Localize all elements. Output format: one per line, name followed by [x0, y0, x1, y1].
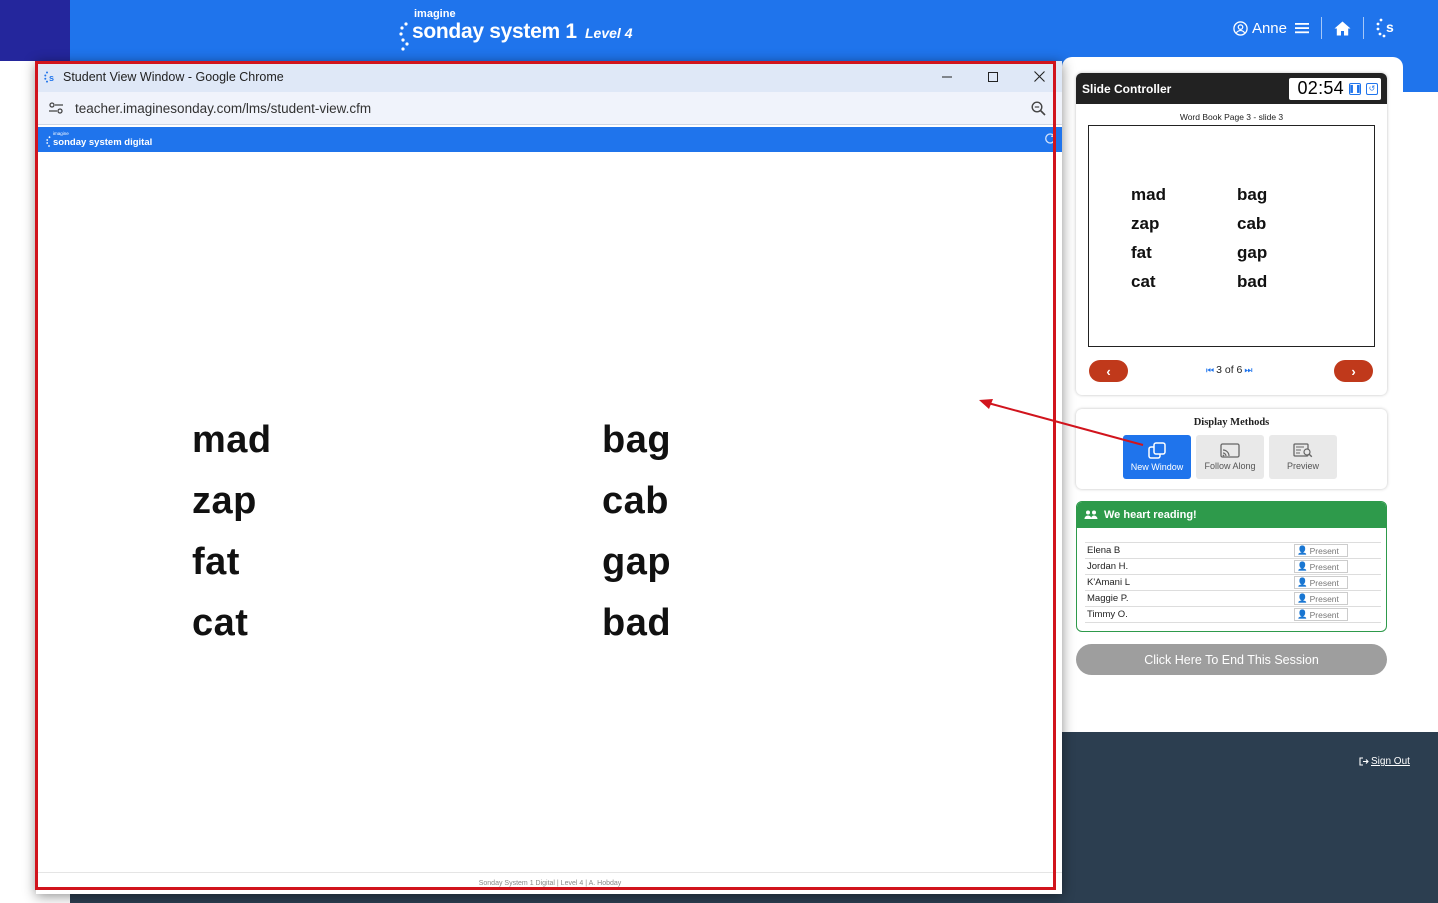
pause-icon[interactable]: ❚❚: [1348, 82, 1362, 95]
status-label: Present: [1309, 577, 1339, 588]
preview-label: Preview: [1286, 461, 1319, 471]
chevron-left-icon: ‹: [1106, 363, 1111, 379]
attendance-toggle[interactable]: 👤 Present: [1294, 592, 1348, 605]
sonday-s-icon[interactable]: s: [1376, 18, 1398, 38]
class-attendance-card: We heart reading! Elena B 👤 Present Jorda…: [1076, 501, 1387, 632]
table-row: Timmy O. 👤 Present: [1085, 607, 1381, 623]
slide-subtitle: Word Book Page 3 - slide 3: [1179, 112, 1284, 122]
logo-main-text: sonday system 1: [412, 20, 577, 43]
class-title: We heart reading!: [1104, 509, 1197, 521]
preview-word: fat: [1131, 243, 1152, 262]
previous-slide-button[interactable]: ‹: [1089, 360, 1128, 382]
level-label: Level 4: [585, 25, 633, 41]
new-window-icon: [1148, 442, 1166, 459]
preview-word: cab: [1237, 214, 1267, 233]
preview-word: gap: [1237, 243, 1268, 262]
follow-along-label: Follow Along: [1204, 461, 1256, 471]
slide-controller-title: Slide Controller: [1082, 81, 1172, 96]
preview-button[interactable]: Preview: [1269, 435, 1337, 479]
header-divider: [1363, 17, 1364, 39]
user-menu[interactable]: Anne: [1233, 20, 1309, 37]
svg-text:s: s: [1386, 19, 1394, 35]
user-check-icon: 👤: [1297, 609, 1308, 619]
logo-dots-icon: [399, 22, 409, 51]
app-header: imagine sonday system 1 Level 4 Anne s: [70, 0, 1438, 61]
users-icon: [1084, 510, 1098, 519]
slide-count: 3 of 6: [1216, 364, 1243, 376]
attendance-toggle[interactable]: 👤 Present: [1294, 560, 1348, 573]
attendance-toggle[interactable]: 👤 Present: [1294, 608, 1348, 621]
header-actions: Anne s: [1233, 17, 1398, 39]
slide-controller-card: Slide Controller 02:54 ❚❚ ↺ Word Book Pa…: [1076, 73, 1387, 395]
highlight-rectangle: [35, 61, 1056, 890]
home-icon[interactable]: [1334, 21, 1351, 36]
header-divider: [1321, 17, 1322, 39]
sign-out-label: Sign Out: [1371, 756, 1410, 767]
preview-words-left: mad zap fat cat: [1131, 183, 1166, 293]
timer-value: 02:54: [1297, 78, 1344, 98]
table-row: Maggie P. 👤 Present: [1085, 591, 1381, 607]
student-name: Timmy O.: [1087, 609, 1128, 620]
reset-timer-icon[interactable]: ↺: [1366, 82, 1378, 95]
preview-words-right: bag cab gap bad: [1237, 183, 1267, 293]
preview-word: bag: [1237, 185, 1268, 204]
next-slide-button[interactable]: ›: [1334, 360, 1373, 382]
status-label: Present: [1309, 561, 1339, 572]
controls-panel: Slide Controller 02:54 ❚❚ ↺ Word Book Pa…: [1062, 57, 1403, 708]
sign-out-icon: [1359, 757, 1369, 766]
table-row: Jordan H. 👤 Present: [1085, 559, 1381, 575]
student-table: Elena B 👤 Present Jordan H. 👤 Present K'Am…: [1085, 542, 1381, 623]
display-methods-options: New Window Follow Along Preview: [1123, 435, 1337, 479]
student-name: K'Amani L: [1087, 577, 1131, 588]
session-timer: 02:54 ❚❚ ↺: [1289, 77, 1381, 100]
user-name: Anne: [1251, 19, 1287, 37]
display-methods-card: Display Methods New Window Follow Along …: [1076, 409, 1387, 489]
display-methods-title: Display Methods: [1193, 417, 1270, 428]
slide-page-indicator: ⏮ 3 of 6 ⏭: [1206, 364, 1253, 376]
slide-preview: mad zap fat cat bag cab gap bad: [1088, 125, 1375, 347]
slide-navigation: ‹ ⏮ 3 of 6 ⏭ ›: [1088, 360, 1375, 382]
status-label: Present: [1309, 609, 1339, 620]
hamburger-icon[interactable]: [1295, 22, 1309, 34]
user-circle-icon: [1233, 20, 1248, 36]
last-slide-icon[interactable]: ⏭: [1244, 365, 1252, 376]
user-check-icon: 👤: [1297, 545, 1308, 555]
attendance-toggle[interactable]: 👤 Present: [1294, 544, 1348, 557]
chevron-right-icon: ›: [1351, 363, 1356, 379]
new-window-label: New Window: [1130, 462, 1184, 472]
slide-controller-header: Slide Controller 02:54 ❚❚ ↺: [1076, 73, 1387, 104]
first-slide-icon[interactable]: ⏮: [1206, 365, 1214, 376]
class-header: We heart reading!: [1077, 502, 1386, 528]
follow-along-button[interactable]: Follow Along: [1196, 435, 1264, 479]
status-label: Present: [1309, 593, 1339, 604]
preview-icon: [1293, 443, 1313, 458]
preview-word: bad: [1237, 272, 1268, 291]
user-check-icon: 👤: [1297, 593, 1308, 603]
preview-word: zap: [1131, 214, 1160, 233]
student-name: Elena B: [1087, 545, 1121, 556]
left-strip: [0, 0, 70, 61]
logo-imagine-text: imagine: [414, 8, 456, 20]
student-name: Maggie P.: [1087, 593, 1129, 604]
table-row: Elena B 👤 Present: [1085, 543, 1381, 559]
attendance-toggle[interactable]: 👤 Present: [1294, 576, 1348, 589]
user-check-icon: 👤: [1297, 561, 1308, 571]
cast-icon: [1220, 443, 1240, 458]
preview-word: cat: [1131, 272, 1156, 291]
user-check-icon: 👤: [1297, 577, 1308, 587]
preview-word: mad: [1131, 185, 1166, 204]
end-session-button[interactable]: Click Here To End This Session: [1076, 644, 1387, 675]
new-window-button[interactable]: New Window: [1123, 435, 1191, 479]
student-name: Jordan H.: [1087, 561, 1129, 572]
table-row: K'Amani L 👤 Present: [1085, 575, 1381, 591]
status-label: Present: [1309, 545, 1339, 556]
sign-out-link[interactable]: Sign Out: [1359, 756, 1410, 767]
